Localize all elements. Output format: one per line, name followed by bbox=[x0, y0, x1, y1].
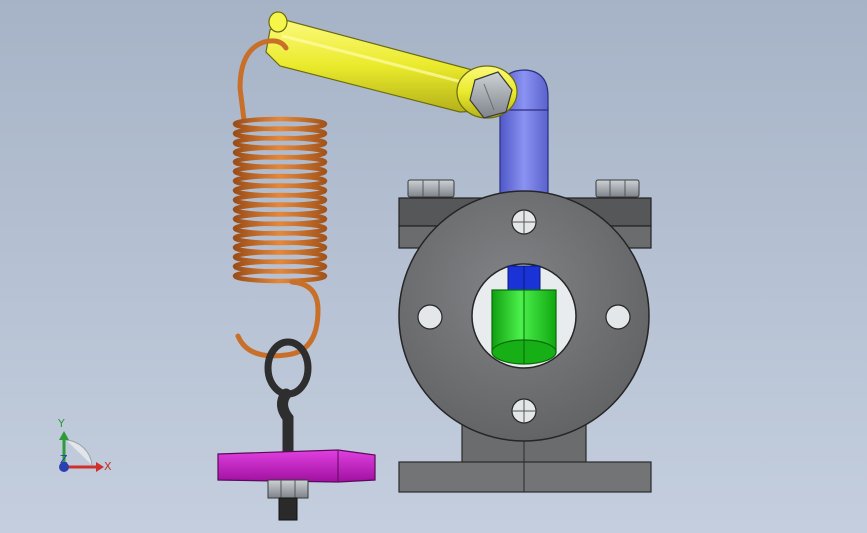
extension-spring bbox=[232, 116, 328, 284]
flange-bolt-hole bbox=[605, 304, 631, 330]
stem-cap bbox=[507, 265, 541, 293]
triad-x-label: X bbox=[104, 460, 112, 473]
valve-stem bbox=[491, 289, 557, 365]
triad-y-label: Y bbox=[57, 417, 65, 430]
triad-arc bbox=[65, 439, 93, 466]
eye-bolt bbox=[264, 338, 312, 466]
flange-bolt-hole bbox=[511, 209, 537, 235]
hex-bolt bbox=[407, 179, 455, 198]
triad-z-label: Z bbox=[60, 453, 68, 466]
hex-bolt bbox=[595, 179, 640, 198]
spring-coil bbox=[232, 268, 328, 284]
flange-bolt-hole bbox=[417, 304, 443, 330]
coordinate-triad: X Y Z bbox=[57, 417, 112, 473]
valve-assembly-model[interactable]: X Y Z bbox=[0, 0, 867, 533]
3d-model-viewport[interactable]: X Y Z bbox=[0, 0, 867, 533]
weight-block bbox=[217, 449, 376, 483]
flange-bolt-hole bbox=[511, 398, 537, 424]
hex-nut bbox=[267, 479, 309, 521]
